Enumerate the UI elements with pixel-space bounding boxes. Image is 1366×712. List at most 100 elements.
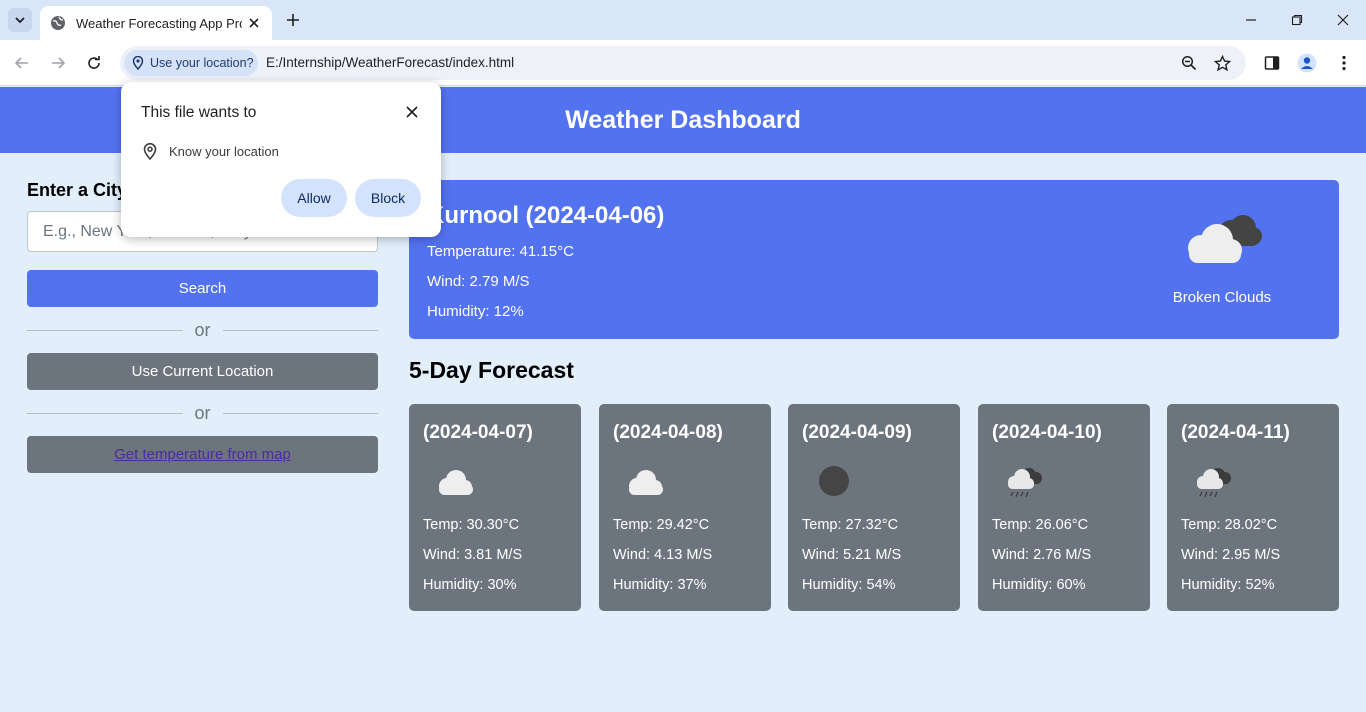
browser-toolbar: Use your location? E:/Internship/Weather… [0, 40, 1366, 86]
minimize-button[interactable] [1239, 8, 1263, 32]
current-location-label: Use Current Location [131, 363, 274, 380]
current-description: Broken Clouds [1172, 289, 1272, 306]
location-chip-label: Use your location? [150, 56, 254, 70]
current-weather-card: Kurnool (2024-04-06) Temperature: 41.15°… [409, 180, 1339, 339]
tab-close-button[interactable] [244, 13, 264, 33]
tab-title: Weather Forecasting App Proje [76, 15, 242, 31]
permission-row: Know your location [143, 143, 279, 160]
forecast-temp: Temp: 29.42°C [613, 517, 710, 533]
side-panel-button[interactable] [1260, 51, 1284, 75]
cloud-icon [629, 470, 663, 495]
tab-search-button[interactable] [8, 8, 32, 32]
current-temperature: Temperature: 41.15°C [427, 243, 574, 260]
close-icon [406, 106, 418, 118]
address-bar[interactable]: Use your location? E:/Internship/Weather… [120, 46, 1246, 80]
chevron-down-icon [15, 17, 25, 24]
location-pin-icon [143, 143, 157, 160]
new-tab-button[interactable] [282, 9, 304, 31]
map-button[interactable]: Get temperature from map [27, 436, 378, 473]
separator: or [27, 390, 379, 436]
close-window-button[interactable] [1331, 8, 1355, 32]
reload-icon [88, 56, 100, 69]
or-text: or [194, 319, 211, 340]
forecast-wind: Wind: 2.76 M/S [992, 547, 1092, 563]
forecast-card: (2024-04-07) Temp: 30.30°C Wind: 3.81 M/… [409, 404, 581, 611]
close-icon [1337, 14, 1349, 26]
permission-popup: This file wants to Know your location Al… [121, 82, 441, 237]
forecast-wind: Wind: 4.13 M/S [613, 547, 713, 563]
bookmark-button[interactable] [1212, 53, 1232, 73]
forecast-temp: Temp: 28.02°C [1181, 517, 1278, 533]
forecast-temp: Temp: 27.32°C [802, 517, 899, 533]
use-current-location-button[interactable]: Use Current Location [27, 353, 378, 390]
forecast-date: (2024-04-08) [613, 422, 723, 443]
forecast-card: (2024-04-09) Temp: 27.32°C Wind: 5.21 M/… [788, 404, 960, 611]
forecast-humidity: Humidity: 60% [992, 577, 1086, 593]
plus-icon [287, 14, 299, 26]
restore-button[interactable] [1285, 8, 1309, 32]
more-vertical-icon [1342, 55, 1346, 71]
location-permission-chip[interactable]: Use your location? [124, 50, 258, 76]
profile-button[interactable] [1295, 51, 1319, 75]
menu-button[interactable] [1332, 51, 1356, 75]
current-city-title: Kurnool (2024-04-06) [427, 202, 665, 229]
forecast-card: (2024-04-08) Temp: 29.42°C Wind: 4.13 M/… [599, 404, 771, 611]
allow-button[interactable]: Allow [281, 179, 347, 217]
forecast-title: 5-Day Forecast [409, 357, 574, 383]
forecast-humidity: Humidity: 30% [423, 577, 517, 593]
forecast-wind: Wind: 5.21 M/S [802, 547, 902, 563]
forecast-temp: Temp: 26.06°C [992, 517, 1089, 533]
forecast-wind: Wind: 3.81 M/S [423, 547, 523, 563]
zoom-button[interactable] [1179, 53, 1199, 73]
current-humidity: Humidity: 12% [427, 303, 524, 320]
avatar-icon [1297, 53, 1317, 73]
browser-tab[interactable]: Weather Forecasting App Proje [40, 6, 272, 40]
restore-icon [1291, 14, 1303, 26]
popup-close-button[interactable] [403, 103, 421, 121]
forecast-humidity: Humidity: 52% [1181, 577, 1275, 593]
forecast-wind: Wind: 2.95 M/S [1181, 547, 1281, 563]
tab-strip: Weather Forecasting App Proje [0, 0, 1366, 40]
separator-line [222, 329, 379, 331]
url-text: E:/Internship/WeatherForecast/index.html [266, 55, 515, 70]
minimize-icon [1246, 19, 1256, 21]
close-icon [249, 18, 259, 28]
rain-cloud-icon [1008, 468, 1042, 498]
permission-label: Know your location [169, 144, 279, 159]
zoom-out-icon [1181, 55, 1197, 71]
page-title: Weather Dashboard [565, 105, 801, 134]
block-button[interactable]: Block [355, 179, 421, 217]
forward-button[interactable] [46, 51, 70, 75]
current-wind: Wind: 2.79 M/S [427, 273, 530, 290]
rain-cloud-icon [1197, 468, 1231, 498]
globe-icon [51, 16, 65, 30]
cloud-icon [439, 470, 473, 495]
broken-clouds-icon [1188, 215, 1262, 263]
reload-button[interactable] [82, 51, 106, 75]
or-text: or [194, 402, 211, 423]
location-pin-icon [132, 56, 144, 70]
separator-line [222, 412, 379, 414]
separator: or [27, 307, 379, 353]
forecast-date: (2024-04-11) [1181, 422, 1290, 443]
arrow-right-icon [52, 57, 66, 69]
forecast-card: (2024-04-10) Temp: 26.06°C Wind: 2.76 M/… [978, 404, 1150, 611]
block-label: Block [370, 190, 406, 206]
back-button[interactable] [10, 51, 34, 75]
separator-line [27, 412, 183, 414]
forecast-date: (2024-04-09) [802, 422, 912, 443]
forecast-humidity: Humidity: 37% [613, 577, 707, 593]
search-button[interactable]: Search [27, 270, 378, 307]
side-panel-icon [1264, 56, 1280, 70]
map-link[interactable]: Get temperature from map [114, 446, 291, 463]
forecast-temp: Temp: 30.30°C [423, 517, 520, 533]
forecast-cards: (2024-04-07) Temp: 30.30°C Wind: 3.81 M/… [409, 404, 1339, 611]
separator-line [27, 329, 183, 331]
overcast-icon [819, 466, 849, 496]
forecast-humidity: Humidity: 54% [802, 577, 896, 593]
star-icon [1213, 54, 1231, 71]
allow-label: Allow [297, 190, 331, 206]
popup-title: This file wants to [141, 104, 257, 121]
forecast-date: (2024-04-07) [423, 422, 533, 443]
forecast-date: (2024-04-10) [992, 422, 1102, 443]
